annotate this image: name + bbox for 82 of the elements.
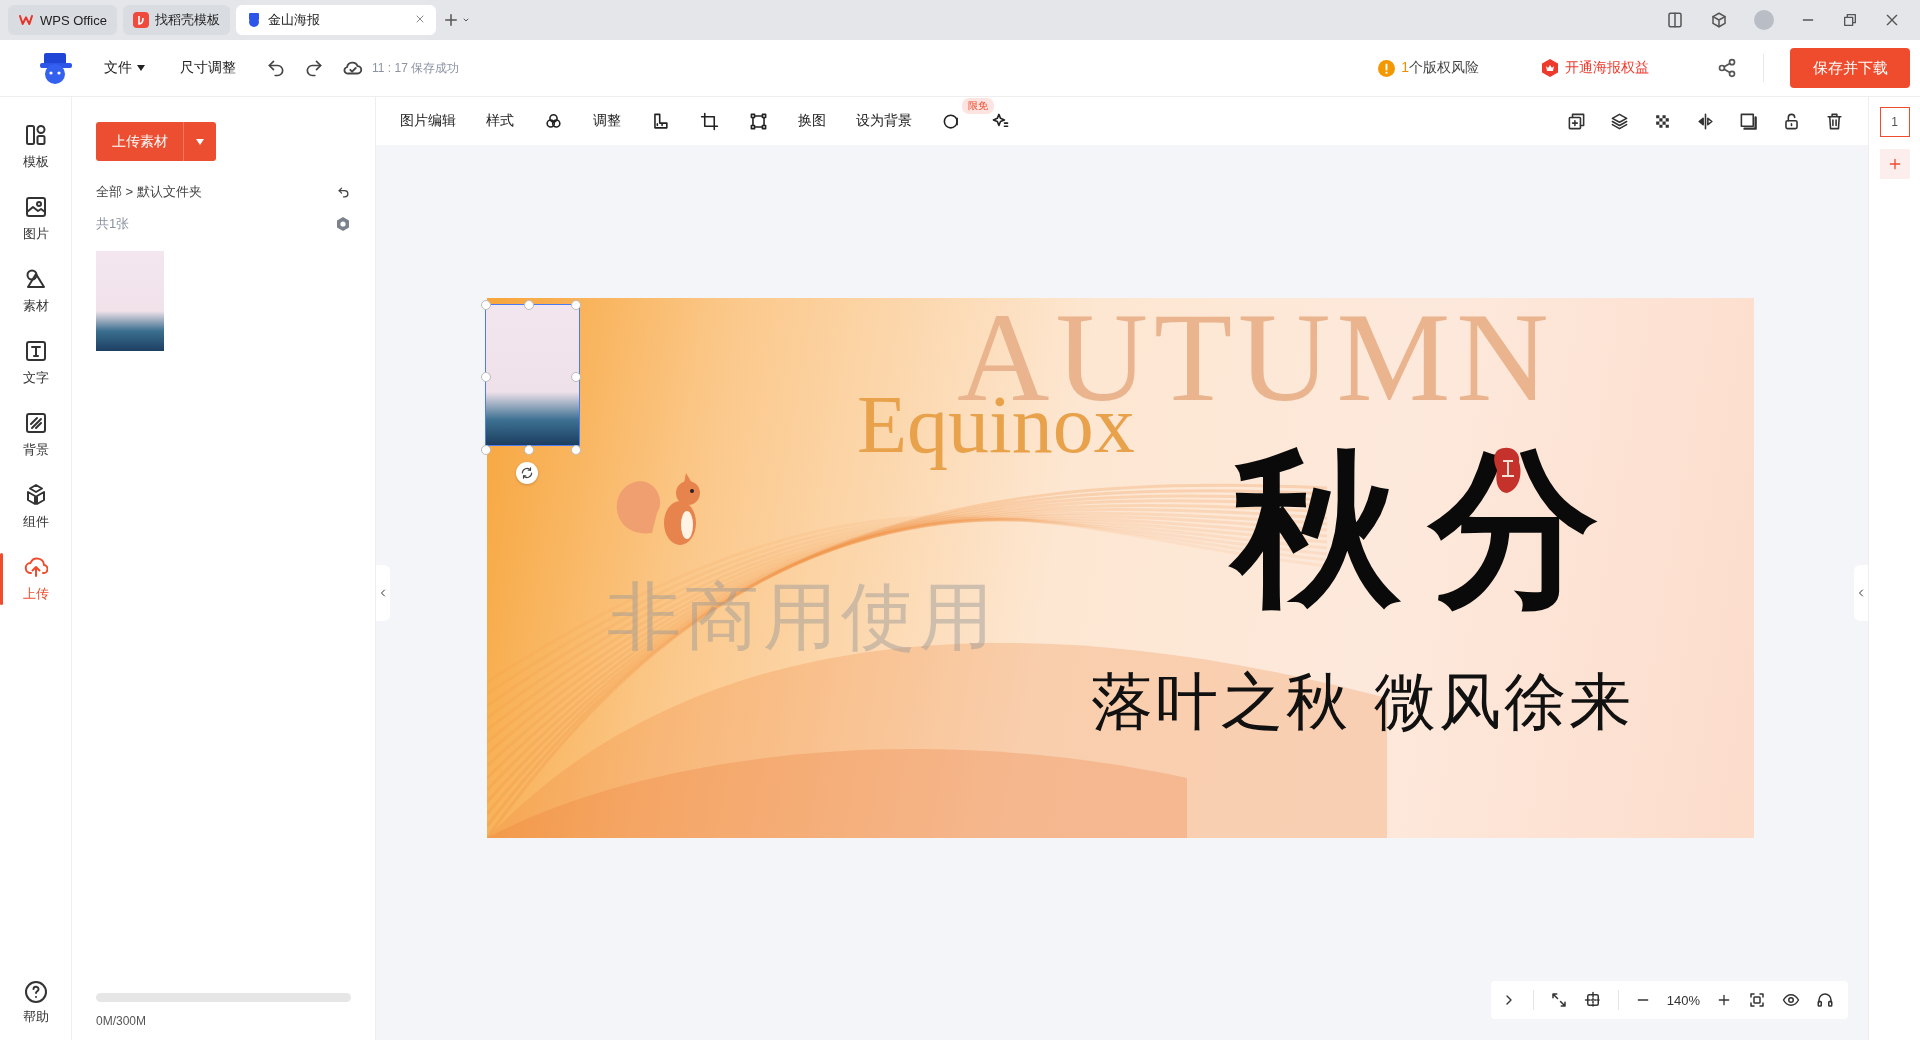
crown-badge-icon	[1541, 59, 1559, 77]
resize-handle[interactable]	[571, 300, 581, 310]
center-guide-icon[interactable]	[1583, 991, 1602, 1009]
warning-icon	[1378, 59, 1396, 77]
resize-handle[interactable]	[524, 445, 534, 455]
wps-logo-icon[interactable]	[18, 12, 34, 28]
close-icon[interactable]	[1884, 12, 1900, 28]
flip-icon[interactable]	[1696, 111, 1715, 131]
zoom-level[interactable]: 140%	[1666, 992, 1700, 1008]
cube-icon[interactable]	[1710, 11, 1728, 29]
browser-tab[interactable]: WPS Office	[8, 5, 117, 35]
help-label[interactable]: 帮助	[22, 1008, 49, 1026]
toolbar-button[interactable]: 调整	[593, 112, 621, 130]
circle-cutout-icon[interactable]	[942, 111, 961, 131]
dropdown-caret-icon[interactable]	[195, 137, 205, 146]
share-icon[interactable]	[1717, 58, 1737, 78]
resize-menu[interactable]: 尺寸调整	[180, 59, 236, 77]
resize-handle[interactable]	[481, 300, 491, 310]
image-count: 共1张	[96, 215, 130, 233]
browser-tab[interactable]: 找稻壳模板	[122, 5, 230, 35]
rotate-icon[interactable]	[520, 466, 534, 480]
settings-icon[interactable]	[335, 216, 351, 232]
add-page-button[interactable]	[1879, 149, 1910, 179]
image-icon	[23, 195, 48, 219]
copyright-risk-link[interactable]: 1个版权风险	[1401, 59, 1479, 77]
rail-item[interactable]: 组件	[0, 471, 71, 543]
shadow-box-icon[interactable]	[1739, 111, 1758, 131]
save-download-button[interactable]: 保存并下载	[1790, 48, 1910, 88]
rail-item[interactable]: 文字	[0, 327, 71, 399]
document-app-icon	[132, 12, 149, 28]
resize-handle[interactable]	[571, 372, 581, 382]
color-circles-icon[interactable]	[544, 111, 563, 131]
resize-handle[interactable]	[571, 445, 581, 455]
rail-item[interactable]: 图片	[0, 183, 71, 255]
headset-icon[interactable]	[1816, 991, 1834, 1009]
duplicate-icon[interactable]	[1567, 111, 1586, 131]
unlock-icon[interactable]	[1782, 111, 1801, 131]
ruler-icon[interactable]	[651, 111, 670, 131]
toolbar-button[interactable]: 设为背景	[856, 112, 912, 130]
restore-icon[interactable]	[1842, 12, 1858, 28]
storage-reading: 0M/300M	[96, 1014, 148, 1028]
rail-item[interactable]: 背景	[0, 399, 71, 471]
redo-icon[interactable]	[304, 58, 324, 78]
cloud-upload-icon	[23, 555, 48, 579]
toolbar-button[interactable]: 换图	[798, 112, 826, 130]
rail-item[interactable]: 上传	[0, 543, 71, 615]
help-icon[interactable]	[23, 980, 48, 1004]
vip-link[interactable]: 开通海报权益	[1565, 59, 1649, 77]
window-layout-icon[interactable]	[1666, 11, 1684, 29]
poster-subtitle[interactable]: 落叶之秋 微风徐来	[1091, 660, 1634, 744]
zoom-in-icon[interactable]	[1716, 992, 1732, 1008]
crop-icon[interactable]	[700, 111, 719, 131]
folder-breadcrumb[interactable]: 全部 > 默认文件夹	[96, 183, 202, 201]
fullscreen-icon[interactable]	[1748, 991, 1766, 1009]
toolbar-button[interactable]: 样式	[486, 112, 514, 130]
frame-icon[interactable]	[749, 111, 768, 131]
undo-arrow-icon[interactable]	[336, 184, 351, 200]
limited-free-badge: 限免	[962, 97, 994, 114]
layout-icon	[23, 123, 48, 147]
save-status: 11 : 17 保存成功	[372, 59, 460, 77]
resize-handle[interactable]	[524, 300, 534, 310]
seal-stamp-icon[interactable]	[1493, 446, 1523, 496]
file-menu[interactable]: 文件	[104, 59, 146, 77]
resize-handle[interactable]	[481, 372, 491, 382]
rail-item[interactable]: 模板	[0, 111, 71, 183]
resize-handle[interactable]	[481, 445, 491, 455]
caret-icon	[136, 64, 146, 72]
layers-icon[interactable]	[1610, 111, 1629, 131]
undo-icon[interactable]	[266, 58, 286, 78]
selected-image[interactable]	[486, 305, 579, 445]
page-thumbnail[interactable]: 1	[1879, 107, 1910, 137]
toolbar-button[interactable]: 图片编辑	[400, 112, 456, 130]
preview-eye-icon[interactable]	[1782, 991, 1800, 1009]
upload-material-button[interactable]: 上传素材	[96, 122, 216, 161]
fit-screen-icon[interactable]	[1549, 991, 1568, 1009]
text-icon	[23, 339, 48, 363]
rail-item[interactable]: 素材	[0, 255, 71, 327]
trash-icon[interactable]	[1825, 111, 1844, 131]
pattern-icon	[23, 411, 48, 435]
uploaded-image-thumbnail[interactable]	[96, 251, 164, 351]
hat-mascot-logo[interactable]	[38, 51, 74, 85]
browser-tab[interactable]: 金山海报	[235, 5, 436, 35]
